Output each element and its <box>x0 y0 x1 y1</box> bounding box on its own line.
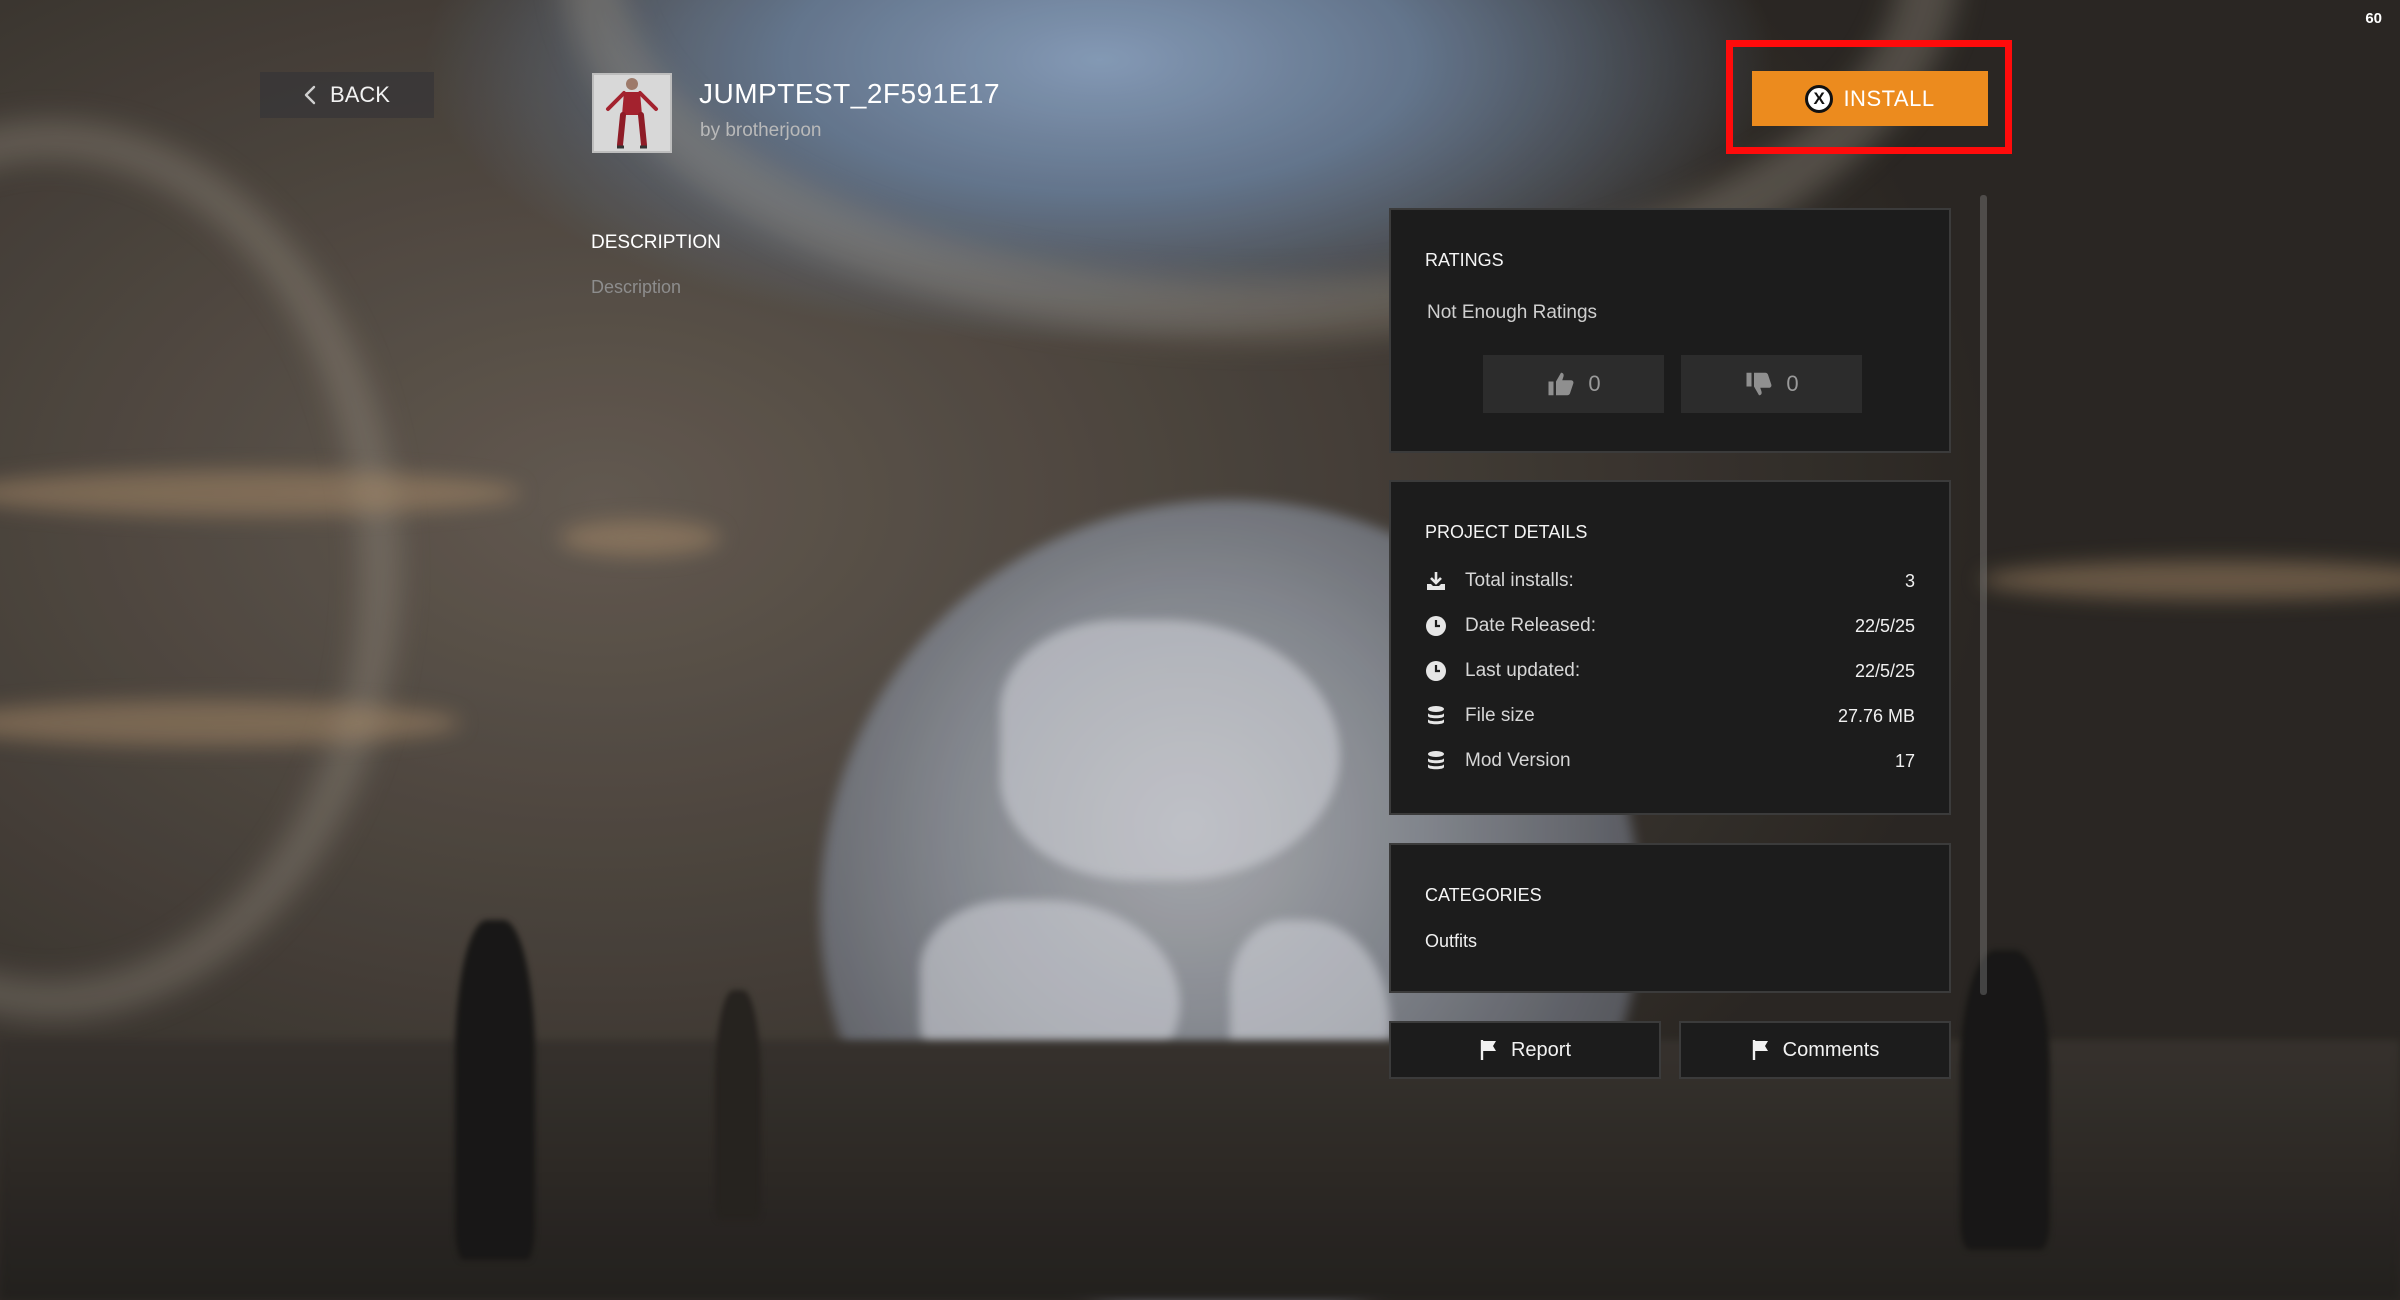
report-label: Report <box>1510 1038 1572 1061</box>
database-icon <box>1425 705 1447 727</box>
install-label: INSTALL <box>1843 85 1935 111</box>
mod-author[interactable]: by brotherjoon <box>700 120 821 142</box>
clock-icon <box>1425 615 1447 637</box>
download-icon <box>1425 570 1447 592</box>
detail-label: Date Released: <box>1465 615 1596 636</box>
back-button[interactable]: BACK <box>260 72 434 118</box>
controller-x-button-icon: X <box>1805 84 1834 113</box>
comments-label: Comments <box>1782 1038 1880 1061</box>
scrollbar[interactable] <box>1980 195 1987 995</box>
project-details-heading: PROJECT DETAILS <box>1425 522 1588 542</box>
detail-value: 22/5/25 <box>1854 660 1915 681</box>
clock-icon <box>1425 660 1447 682</box>
install-button[interactable]: X INSTALL <box>1752 71 1988 126</box>
detail-value: 27.76 MB <box>1837 705 1915 726</box>
thumbs-down-icon <box>1746 372 1772 396</box>
mod-thumbnail <box>592 73 672 153</box>
description-text: Description <box>591 277 682 297</box>
detail-row-total-installs: Total installs: 3 <box>1425 566 1915 596</box>
report-button[interactable]: Report <box>1389 1021 1661 1079</box>
detail-row-last-updated: Last updated: 22/5/25 <box>1425 656 1915 686</box>
thumbs-up-button[interactable]: 0 <box>1483 355 1664 413</box>
ratings-heading: RATINGS <box>1425 250 1504 270</box>
background-dim <box>0 0 2400 1300</box>
thumbs-up-count: 0 <box>1588 371 1601 396</box>
mod-title: JUMPTEST_2F591E17 <box>699 78 1001 109</box>
detail-label: Last updated: <box>1465 660 1581 681</box>
comments-button[interactable]: Comments <box>1679 1021 1951 1079</box>
detail-row-file-size: File size 27.76 MB <box>1425 701 1915 731</box>
thumbs-up-icon <box>1548 372 1574 396</box>
character-outfit-thumbnail <box>606 78 658 149</box>
blurred-background-scene <box>0 0 2400 1300</box>
categories-panel: CATEGORIES Outfits <box>1389 843 1951 993</box>
description-heading: DESCRIPTION <box>591 232 721 253</box>
back-label: BACK <box>330 82 390 107</box>
flag-icon <box>1480 1040 1496 1060</box>
detail-value: 22/5/25 <box>1854 615 1915 636</box>
flag-icon <box>1752 1040 1768 1060</box>
thumbs-down-count: 0 <box>1786 371 1799 396</box>
ratings-panel: RATINGS Not Enough Ratings 0 0 <box>1389 208 1951 453</box>
categories-heading: CATEGORIES <box>1425 885 1542 905</box>
ratings-summary: Not Enough Ratings <box>1427 302 1598 323</box>
detail-row-mod-version: Mod Version 17 <box>1425 746 1915 776</box>
detail-value: 17 <box>1894 750 1915 771</box>
chevron-left-icon <box>304 85 316 105</box>
fps-counter: 60 <box>2365 10 2382 27</box>
thumbs-down-button[interactable]: 0 <box>1681 355 1862 413</box>
category-item[interactable]: Outfits <box>1425 931 1477 952</box>
detail-value: 3 <box>1904 570 1915 591</box>
detail-label: File size <box>1465 705 1535 726</box>
detail-row-date-released: Date Released: 22/5/25 <box>1425 611 1915 641</box>
database-icon <box>1425 750 1447 772</box>
detail-label: Mod Version <box>1465 750 1571 771</box>
project-details-panel: PROJECT DETAILS Total installs: 3 Date R… <box>1389 480 1951 815</box>
detail-label: Total installs: <box>1465 570 1574 591</box>
